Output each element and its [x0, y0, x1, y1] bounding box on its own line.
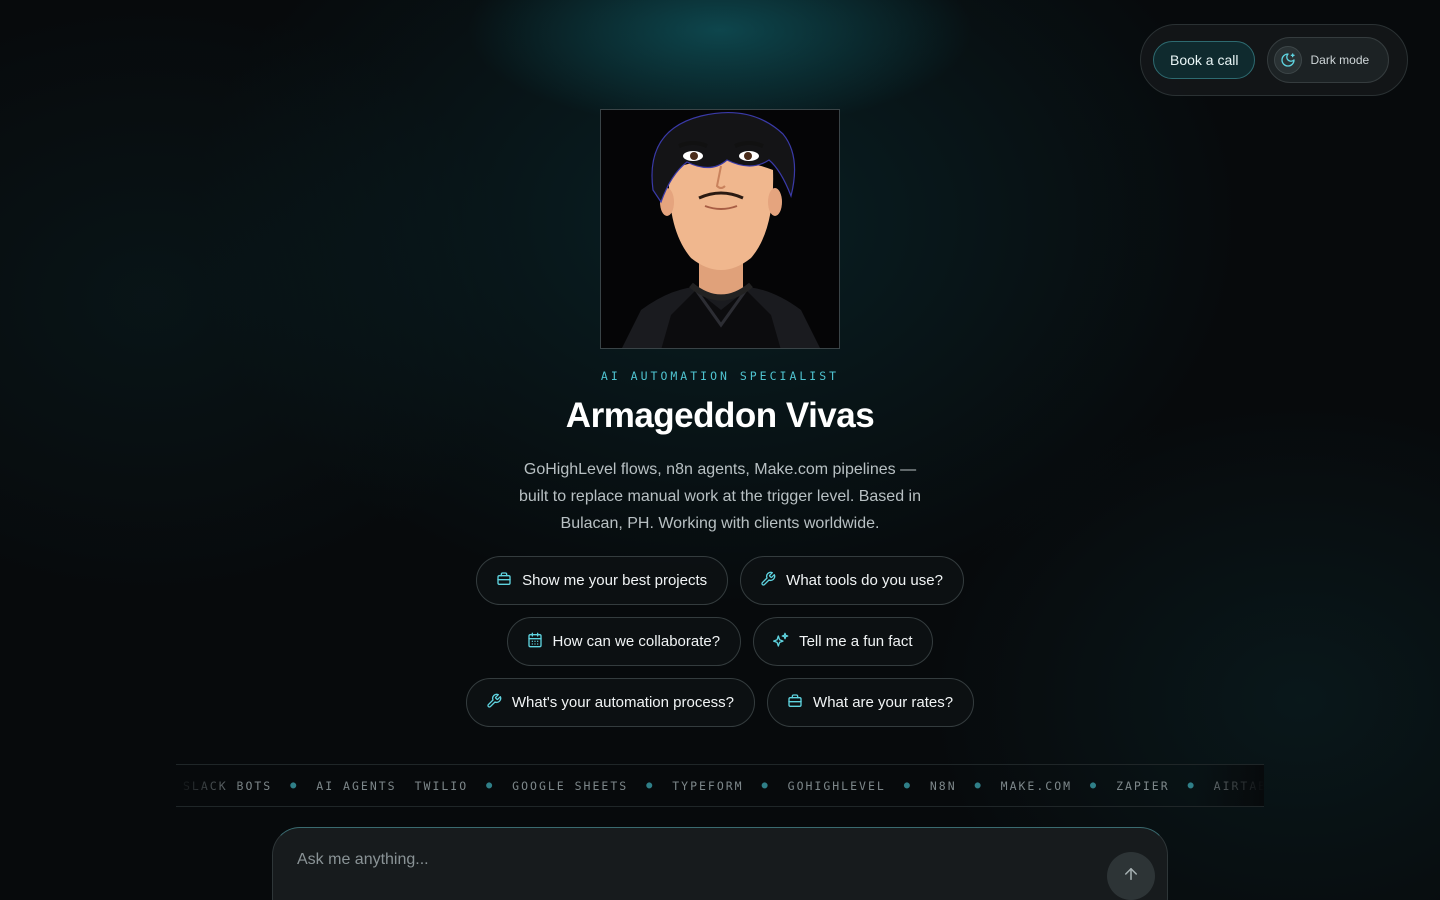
- ticker-item: N8N: [929, 778, 957, 793]
- ticker-separator: ●: [1090, 780, 1099, 791]
- ticker-item: ZAPIER: [1116, 778, 1170, 793]
- ticker-item: GOHIGHLEVEL: [787, 778, 886, 793]
- chat-composer: [272, 827, 1168, 900]
- ticker-separator: ●: [486, 780, 495, 791]
- bio-description: GoHighLevel flows, n8n agents, Make.com …: [519, 461, 921, 532]
- chat-input[interactable]: [297, 846, 1097, 874]
- avatar: [600, 109, 840, 349]
- ticker-separator: ●: [974, 780, 983, 791]
- tools-ticker: SLACK BOTS ● AI AGENTS TWILIO ● GOOGLE S…: [176, 764, 1264, 807]
- dark-mode-toggle[interactable]: Dark mode: [1267, 37, 1390, 83]
- sparkles-icon: [773, 632, 789, 652]
- ticker-separator: ●: [1187, 780, 1196, 791]
- ticker-item: AI AGENTS: [316, 778, 397, 793]
- suggestion-row-3: What's your automation process? What are…: [0, 678, 1440, 727]
- ticker-item: TWILIO: [414, 778, 469, 793]
- suggestion-chip-collaborate[interactable]: How can we collaborate?: [506, 617, 742, 666]
- calendar-icon: [527, 632, 543, 652]
- ticker-item: SLACK BOTS: [183, 778, 273, 793]
- ticker-item: TYPEFORM: [672, 778, 744, 793]
- dark-mode-label: Dark mode: [1310, 53, 1370, 67]
- ticker-separator: ●: [646, 780, 655, 791]
- suggestion-label: Show me your best projects: [522, 572, 708, 589]
- suggestion-label: What's your automation process?: [511, 694, 735, 711]
- suggestion-label: How can we collaborate?: [552, 633, 721, 650]
- moon-icon: [1274, 46, 1303, 74]
- ticker-track: SLACK BOTS ● AI AGENTS TWILIO ● GOOGLE S…: [183, 779, 1264, 793]
- suggestion-label: Tell me a fun fact: [799, 633, 913, 650]
- role-eyebrow: AI AUTOMATION SPECIALIST: [600, 369, 840, 383]
- suggestion-label: What are your rates?: [813, 694, 954, 711]
- suggestion-chip-projects[interactable]: Show me your best projects: [476, 556, 729, 605]
- suggestion-chip-fun-fact[interactable]: Tell me a fun fact: [753, 617, 934, 666]
- ticker-item: GOOGLE SHEETS: [512, 778, 629, 793]
- ticker-separator: ●: [290, 780, 299, 791]
- ticker-separator: ●: [761, 780, 770, 791]
- suggestion-row-2: How can we collaborate? Tell me a fun fa…: [0, 617, 1440, 666]
- wrench-icon: [486, 693, 502, 713]
- ticker-item: MAKE.COM: [1000, 778, 1073, 793]
- briefcase-icon: [496, 571, 512, 591]
- suggestion-chip-process[interactable]: What's your automation process?: [465, 678, 756, 727]
- wrench-icon: [760, 571, 776, 591]
- header-actions: Book a call Dark mode: [1140, 24, 1408, 96]
- page-title: Armageddon Vivas: [565, 396, 875, 435]
- arrow-up-icon: [1122, 865, 1140, 888]
- ticker-separator: ●: [903, 780, 912, 791]
- suggestion-chip-rates[interactable]: What are your rates?: [767, 678, 975, 727]
- suggestion-label: What tools do you use?: [786, 572, 943, 589]
- suggestion-chip-tools[interactable]: What tools do you use?: [740, 556, 964, 605]
- book-call-button[interactable]: Book a call: [1153, 41, 1256, 79]
- ticker-item: AIRTABLE: [1213, 778, 1264, 793]
- briefcase-icon: [787, 693, 803, 713]
- send-button[interactable]: [1107, 852, 1155, 900]
- suggestion-row-1: Show me your best projects What tools do…: [0, 556, 1440, 605]
